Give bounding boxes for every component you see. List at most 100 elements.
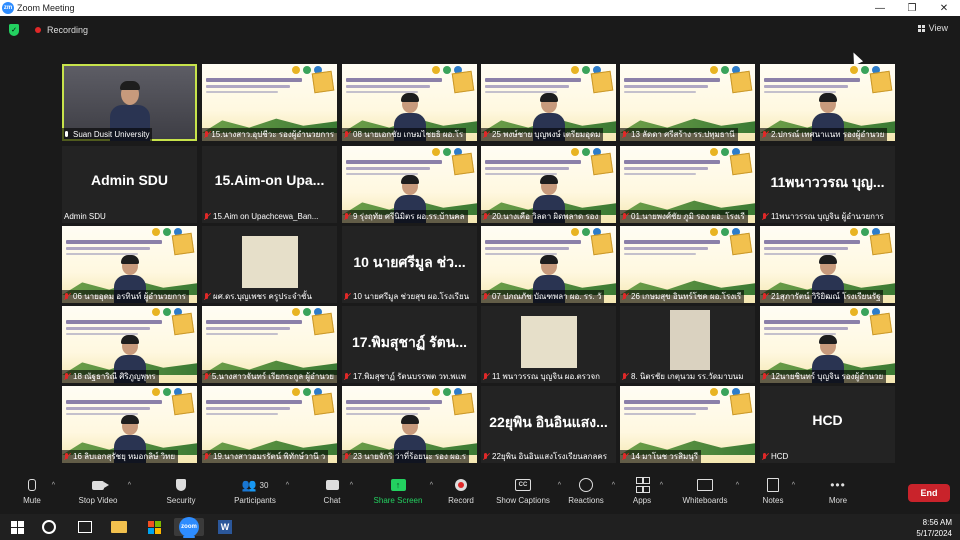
- minimize-button[interactable]: —: [864, 0, 896, 16]
- record-button[interactable]: Record: [446, 477, 476, 505]
- participant-video-tile[interactable]: HCD HCD: [760, 386, 895, 463]
- apps-options-chevron-icon[interactable]: ^: [660, 482, 663, 489]
- participant-video-tile[interactable]: 16 ลิบเอกสุรัชยุ หมอกลิษ์ วิทย: [62, 386, 197, 463]
- apps-button[interactable]: Apps ^: [630, 477, 663, 505]
- participant-name-label: 13 ลัดดา ศรีสร้าง รร.ปทุมธานี: [620, 128, 738, 141]
- captions-options-chevron-icon[interactable]: ^: [558, 482, 561, 489]
- slide-gift-box-icon: [590, 70, 614, 94]
- participant-name-text: Admin SDU: [64, 212, 106, 221]
- participant-name-text: 25 พงษ์ชาย บุญพงษ์ เตรียมอุดม: [492, 130, 601, 139]
- slide-text-line: [206, 320, 302, 324]
- participant-video-tile[interactable]: ผศ.ดร.บุญเพชร ครูประจำชั้น: [202, 226, 337, 303]
- participant-name-label: 22ยุพิน อินอินแสงโรงเรียนลกลคร: [481, 450, 610, 463]
- taskbar-search-button[interactable]: [40, 518, 58, 536]
- muted-microphone-icon: [622, 372, 628, 381]
- participants-button[interactable]: 👥 30 Participants ^: [230, 477, 289, 505]
- task-view-button[interactable]: [76, 518, 94, 536]
- view-button[interactable]: View: [917, 23, 948, 33]
- share-screen-button[interactable]: ↑ Share Screen ^: [372, 477, 433, 505]
- chat-button[interactable]: Chat ^: [320, 477, 353, 505]
- participant-name-label: 26 เกษมสุข อินทร์โชค ผอ.โรงเรี: [620, 290, 745, 303]
- end-meeting-button[interactable]: End: [908, 484, 950, 502]
- whiteboards-button[interactable]: Whiteboards ^: [680, 477, 739, 505]
- system-clock[interactable]: 8:56 AM 5/17/2024: [916, 517, 952, 539]
- participant-video-tile[interactable]: 08 นายเอกชัย เกษมไชยธิ ผอ.โร: [342, 64, 477, 141]
- participant-video-tile[interactable]: 25 พงษ์ชาย บุญพงษ์ เตรียมอุดม: [481, 64, 616, 141]
- participant-video-tile[interactable]: 21สุภารัตน์ วิริยิฒณ์ โรงเรียนรัฐ: [760, 226, 895, 303]
- file-explorer-button[interactable]: [110, 518, 128, 536]
- slide-gift-box-icon: [311, 392, 335, 416]
- chat-options-chevron-icon[interactable]: ^: [350, 482, 353, 489]
- participant-video-tile[interactable]: 01.นายพงศ์ชัย ภูมิ รอง ผอ. โรงเรี: [620, 146, 755, 223]
- participant-video-tile[interactable]: 14 มาโนช วรสิมนุรี: [620, 386, 755, 463]
- slide-text-line: [206, 78, 302, 82]
- participant-video-tile[interactable]: 11พนาววรณ บุญ... 11พนาวรรณ บุญจิน ผู้อำนว…: [760, 146, 895, 223]
- participant-video-tile[interactable]: 20.นางเคือ วิลดา ผิดพลาด รอง: [481, 146, 616, 223]
- store-icon: [147, 520, 161, 534]
- slide-text-line: [66, 400, 162, 404]
- participant-name-label: 15.นางสาว.อุปชีวะ รองผู้อำนวยการ: [202, 128, 337, 141]
- notes-button[interactable]: Notes ^: [760, 477, 795, 505]
- stop-video-label: Stop Video: [78, 496, 118, 505]
- reactions-button[interactable]: Reactions ^: [566, 477, 615, 505]
- mute-button[interactable]: Mute ^: [18, 477, 55, 505]
- muted-microphone-icon: [344, 292, 350, 301]
- participant-video-tile[interactable]: 15.Aim-on Upa... 15.Aim on Upachcewa_Ban.…: [202, 146, 337, 223]
- muted-microphone-icon: [204, 372, 209, 381]
- participant-video-tile[interactable]: 18 ณัฐธาริณี ศิริภูญพุทร: [62, 306, 197, 383]
- participant-video-tile[interactable]: 06 นายอุดม อรทินท์ ผู้อำนวยการ: [62, 226, 197, 303]
- microsoft-store-button[interactable]: [145, 518, 163, 536]
- participant-name-label: 23 นายจักริ ว่าที่ร้อยนะ รอง ผอ.ร: [342, 450, 470, 463]
- participant-video-tile[interactable]: 07 ปภณภัช บัณฑพลา ผอ. รร. วั: [481, 226, 616, 303]
- participant-video-tile[interactable]: 2.ปกรณ์ เทศนาแนท รองผู้อำนวย: [760, 64, 895, 141]
- whiteboards-label: Whiteboards: [682, 496, 728, 505]
- more-button[interactable]: ••• More: [826, 477, 850, 505]
- participant-name-text: 11 พนาวรรณ บุญจิน ผอ.ตรวจก: [492, 372, 600, 381]
- recording-label: Recording: [47, 25, 89, 35]
- notes-icon: [767, 478, 779, 492]
- participant-video-tile[interactable]: 15.นางสาว.อุปชีวะ รองผู้อำนวยการ: [202, 64, 337, 141]
- participant-video-tile[interactable]: 10 นายศรีมูล ช่ว... 10 นายศรีมูล ช่วยสุข …: [342, 226, 477, 303]
- participant-video-tile[interactable]: 9 รุ่งฤทัย ศรีนิมิตร ผอ.รร.บ้านคล: [342, 146, 477, 223]
- security-button[interactable]: Security: [162, 477, 200, 505]
- participant-display-name-large: 22ยุพิน อินอินแสง...: [489, 414, 608, 430]
- participant-name-label: 10 นายศรีมูล ช่วยสุข ผอ.โรงเรียน: [342, 290, 472, 303]
- stop-video-button[interactable]: Stop Video ^: [74, 477, 131, 505]
- participant-video-tile[interactable]: 17.พิมสุชาฏ์ รัตน... 17.พิมสุชาฏ์ รัตนบรร…: [342, 306, 477, 383]
- participant-video-tile[interactable]: 12นายชินทร์ บุญจิน รองผู้อำนวย: [760, 306, 895, 383]
- participant-video-tile[interactable]: Admin SDU Admin SDU: [62, 146, 197, 223]
- participants-options-chevron-icon[interactable]: ^: [286, 482, 289, 489]
- participant-video-tile[interactable]: 8. นิตรชัย เกตุนวม รร.วัดมาบนม: [620, 306, 755, 383]
- audio-options-chevron-icon[interactable]: ^: [52, 482, 55, 489]
- show-captions-label: Show Captions: [496, 496, 550, 505]
- participant-name-text: ผศ.ดร.บุญเพชร ครูประจำชั้น: [213, 292, 312, 301]
- participant-name-text: 18 ณัฐธาริณี ศิริภูญพุทร: [73, 372, 156, 381]
- participant-video-tile[interactable]: 11 พนาวรรณ บุญจิน ผอ.ตรวจก: [481, 306, 616, 383]
- participant-video-tile[interactable]: 5.นางสาวจันทร์ เรียกระกูล ผู้อำนวย: [202, 306, 337, 383]
- video-options-chevron-icon[interactable]: ^: [128, 482, 131, 489]
- participant-video-tile[interactable]: 19.นางสาวอมรรัตน์ พิทักษ์วานี ว: [202, 386, 337, 463]
- recording-indicator[interactable]: Recording: [35, 25, 88, 35]
- notes-options-chevron-icon[interactable]: ^: [792, 482, 795, 489]
- slide-text-line: [485, 167, 569, 170]
- show-captions-button[interactable]: CC Show Captions ^: [494, 477, 561, 505]
- participants-label: Participants: [234, 496, 276, 505]
- slide-gift-box-icon: [171, 392, 195, 416]
- word-taskbar-button[interactable]: W: [216, 518, 234, 536]
- slide-gift-box-icon: [451, 70, 475, 94]
- zoom-taskbar-button[interactable]: zoom: [174, 517, 204, 538]
- whiteboards-options-chevron-icon[interactable]: ^: [736, 482, 739, 489]
- participant-video-tile[interactable]: 26 เกษมสุข อินทร์โชค ผอ.โรงเรี: [620, 226, 755, 303]
- participant-video-tile[interactable]: Suan Dusit University: [62, 64, 197, 141]
- close-button[interactable]: ✕: [928, 0, 960, 16]
- participant-video-tile[interactable]: 23 นายจักริ ว่าที่ร้อยนะ รอง ผอ.ร: [342, 386, 477, 463]
- muted-microphone-icon: [483, 212, 489, 221]
- participant-video-tile[interactable]: 13 ลัดดา ศรีสร้าง รร.ปทุมธานี: [620, 64, 755, 141]
- participant-video-tile[interactable]: 22ยุพิน อินอินแสง... 22ยุพิน อินอินแสงโรง…: [481, 386, 616, 463]
- reactions-options-chevron-icon[interactable]: ^: [612, 482, 615, 489]
- start-button[interactable]: [8, 518, 26, 536]
- share-options-chevron-icon[interactable]: ^: [430, 482, 433, 489]
- restore-button[interactable]: ❐: [896, 0, 928, 16]
- slide-text-line: [346, 160, 442, 164]
- encryption-shield-icon[interactable]: ✓: [9, 24, 19, 36]
